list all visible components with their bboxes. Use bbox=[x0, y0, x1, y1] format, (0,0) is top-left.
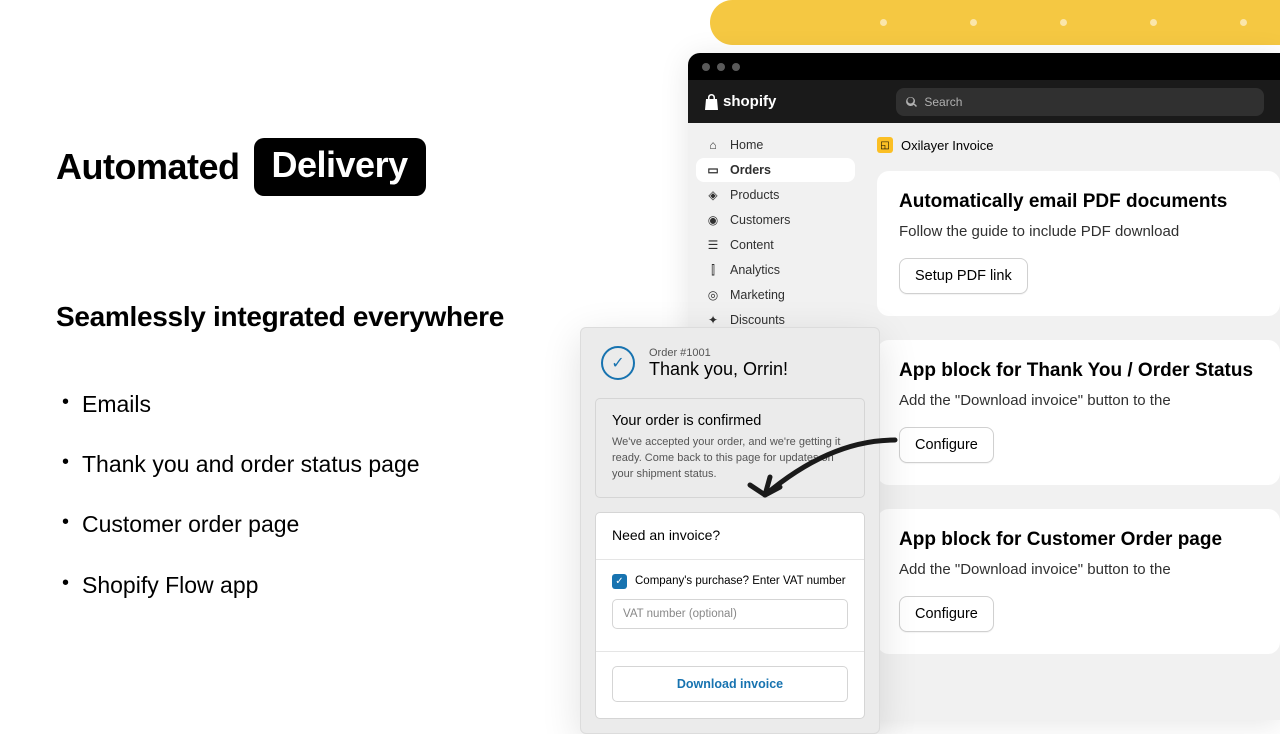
card-title: App block for Thank You / Order Status bbox=[899, 360, 1258, 382]
app-name: Oxilayer Invoice bbox=[901, 138, 993, 153]
order-number: Order #1001 bbox=[649, 347, 788, 359]
search-input[interactable]: Search bbox=[896, 88, 1264, 116]
products-icon: ◈ bbox=[706, 188, 720, 202]
configure-button[interactable]: Configure bbox=[899, 427, 994, 463]
sidebar-item-analytics[interactable]: ⫿ Analytics bbox=[696, 258, 855, 282]
invoice-box: Need an invoice? ✓ Company's purchase? E… bbox=[595, 512, 865, 719]
sidebar-item-home[interactable]: ⌂ Home bbox=[696, 133, 855, 157]
app-title-row: ◱ Oxilayer Invoice bbox=[877, 137, 1280, 153]
traffic-light-icon[interactable] bbox=[702, 63, 710, 71]
card-email-pdf: Automatically email PDF documents Follow… bbox=[877, 171, 1280, 316]
marketing-icon: ◎ bbox=[706, 288, 720, 302]
checkmark-circle-icon: ✓ bbox=[601, 346, 635, 380]
feature-item: Customer order page bbox=[62, 508, 566, 540]
sidebar-item-label: Analytics bbox=[730, 263, 780, 277]
card-title: Automatically email PDF documents bbox=[899, 191, 1258, 213]
sidebar-item-label: Products bbox=[730, 188, 779, 202]
confirmation-body: We've accepted your order, and we're get… bbox=[612, 435, 848, 483]
customers-icon: ◉ bbox=[706, 213, 720, 227]
main-pane: ◱ Oxilayer Invoice Automatically email P… bbox=[863, 123, 1280, 720]
confirmation-title: Your order is confirmed bbox=[612, 413, 848, 429]
feature-item: Emails bbox=[62, 388, 566, 420]
top-bar: shopify Search bbox=[688, 80, 1280, 123]
window-titlebar bbox=[688, 53, 1280, 80]
sidebar-item-label: Discounts bbox=[730, 313, 785, 327]
orders-icon: ▭ bbox=[706, 163, 720, 177]
thank-you-text: Thank you, Orrin! bbox=[649, 359, 788, 380]
download-invoice-button[interactable]: Download invoice bbox=[612, 666, 848, 702]
content-icon: ☰ bbox=[706, 238, 720, 252]
traffic-light-icon[interactable] bbox=[717, 63, 725, 71]
decorative-banner bbox=[740, 0, 1280, 45]
sidebar-item-products[interactable]: ◈ Products bbox=[696, 183, 855, 207]
card-desc: Add the "Download invoice" button to the bbox=[899, 561, 1258, 578]
sidebar-item-label: Orders bbox=[730, 163, 771, 177]
sidebar-item-label: Customers bbox=[730, 213, 790, 227]
divider bbox=[596, 559, 864, 560]
marketing-copy: Automated Delivery Seamlessly integrated… bbox=[56, 138, 566, 629]
card-thank-you-block: App block for Thank You / Order Status A… bbox=[877, 340, 1280, 485]
headline: Automated Delivery bbox=[56, 138, 566, 196]
headline-plain: Automated bbox=[56, 146, 240, 188]
vat-checkbox-row[interactable]: ✓ Company's purchase? Enter VAT number bbox=[612, 574, 848, 589]
platform-name: shopify bbox=[723, 93, 776, 110]
sidebar-item-orders[interactable]: ▭ Orders bbox=[696, 158, 855, 182]
discounts-icon: ✦ bbox=[706, 313, 720, 327]
traffic-light-icon[interactable] bbox=[732, 63, 740, 71]
checkbox-checked-icon[interactable]: ✓ bbox=[612, 574, 627, 589]
setup-pdf-link-button[interactable]: Setup PDF link bbox=[899, 258, 1028, 294]
subheadline: Seamlessly integrated everywhere bbox=[56, 301, 566, 333]
feature-item: Shopify Flow app bbox=[62, 569, 566, 601]
invoice-title: Need an invoice? bbox=[612, 527, 848, 543]
card-desc: Follow the guide to include PDF download bbox=[899, 223, 1258, 240]
card-customer-order-block: App block for Customer Order page Add th… bbox=[877, 509, 1280, 654]
home-icon: ⌂ bbox=[706, 138, 720, 152]
sidebar-item-label: Marketing bbox=[730, 288, 785, 302]
headline-highlight: Delivery bbox=[254, 138, 426, 196]
checkbox-label: Company's purchase? Enter VAT number bbox=[635, 575, 846, 587]
sidebar-item-marketing[interactable]: ◎ Marketing bbox=[696, 283, 855, 307]
popup-header: ✓ Order #1001 Thank you, Orrin! bbox=[581, 328, 879, 394]
search-placeholder: Search bbox=[924, 95, 962, 109]
sidebar-item-customers[interactable]: ◉ Customers bbox=[696, 208, 855, 232]
platform-logo[interactable]: shopify bbox=[704, 93, 776, 110]
configure-button[interactable]: Configure bbox=[899, 596, 994, 632]
vat-number-input[interactable]: VAT number (optional) bbox=[612, 599, 848, 629]
search-icon bbox=[906, 96, 918, 108]
order-status-popup: ✓ Order #1001 Thank you, Orrin! Your ord… bbox=[580, 327, 880, 734]
card-desc: Add the "Download invoice" button to the bbox=[899, 392, 1258, 409]
confirmation-box: Your order is confirmed We've accepted y… bbox=[595, 398, 865, 498]
feature-list: Emails Thank you and order status page C… bbox=[56, 388, 566, 601]
analytics-icon: ⫿ bbox=[706, 263, 720, 277]
shopify-bag-icon bbox=[704, 94, 718, 110]
sidebar-item-label: Home bbox=[730, 138, 763, 152]
feature-item: Thank you and order status page bbox=[62, 448, 566, 480]
app-icon: ◱ bbox=[877, 137, 893, 153]
card-title: App block for Customer Order page bbox=[899, 529, 1258, 551]
sidebar-item-label: Content bbox=[730, 238, 774, 252]
sidebar-item-content[interactable]: ☰ Content bbox=[696, 233, 855, 257]
